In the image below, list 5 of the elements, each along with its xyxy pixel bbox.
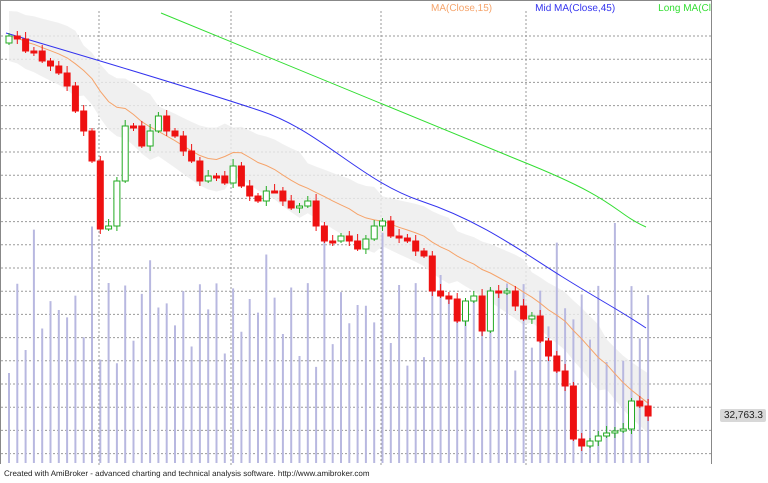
legend-label: Mid MA(Close,45) (535, 3, 616, 14)
price-label: 32,763.3 (720, 409, 766, 422)
legend-label: MA(Close,15) (431, 3, 492, 14)
legend-label: Long MA(Cl (658, 3, 711, 14)
footer-text: Created with AmiBroker - advanced charting and technical analysis software. http://www.amibroker.com (3, 468, 370, 478)
